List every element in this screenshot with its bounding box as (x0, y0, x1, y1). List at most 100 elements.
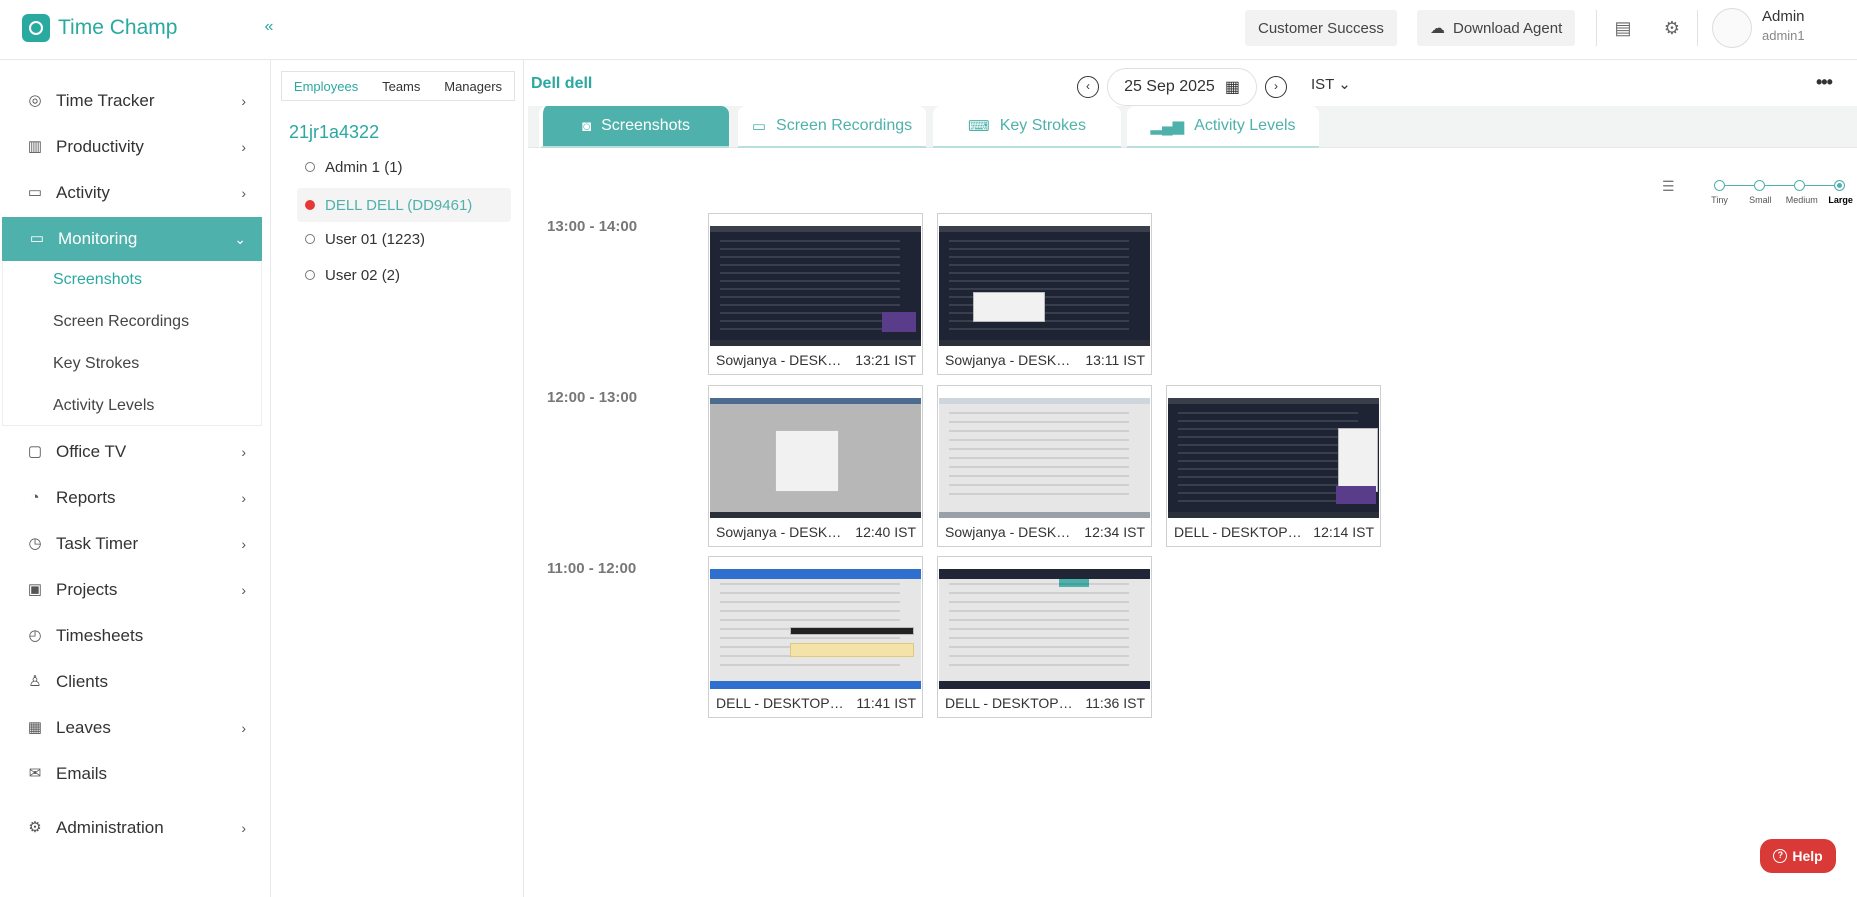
sidebar-item-emails[interactable]: ✉ Emails (0, 752, 262, 796)
settings-gear-icon[interactable]: ⚙ (1660, 16, 1684, 40)
screenshot-thumbnail[interactable] (1168, 398, 1379, 518)
sidebar-item-time-tracker[interactable]: ◎ Time Tracker › (0, 79, 262, 123)
chevron-right-icon: › (241, 720, 246, 736)
download-agent-button[interactable]: ☁ Download Agent (1417, 10, 1576, 46)
size-large-option[interactable] (1834, 180, 1845, 191)
employee-name: Admin 1 (1) (325, 158, 403, 176)
screenshot-caption: Sowjanya - DESKTOP-...13:21 IST (716, 352, 916, 368)
sidebar-item-projects[interactable]: ▣ Projects › (0, 568, 262, 612)
sidebar-item-monitoring[interactable]: ▭ Monitoring ⌄ (2, 217, 262, 261)
screenshot-thumbnail[interactable] (710, 226, 921, 346)
tab-activity-levels[interactable]: ▂▄▆ Activity Levels (1127, 106, 1319, 148)
time-slot-label: 13:00 - 14:00 (547, 218, 638, 235)
divider (1697, 10, 1698, 46)
app-logo[interactable]: Time Champ (22, 14, 177, 42)
screenshot-card[interactable]: DELL - DESKTOP-AP...11:36 IST (937, 556, 1152, 718)
sidebar-item-administration[interactable]: ⚙ Administration › (0, 806, 262, 850)
sidebar-item-clients[interactable]: ♙ Clients (0, 660, 262, 704)
sidebar-item-label: Administration (56, 818, 164, 837)
size-label: Small (1749, 195, 1772, 205)
employee-item-user-02[interactable]: User 02 (2) (297, 258, 511, 292)
screenshot-thumbnail[interactable] (939, 569, 1150, 689)
screenshot-card[interactable]: Sowjanya - DESKTOP-...13:11 IST (937, 213, 1152, 375)
date-value: 25 Sep 2025 (1124, 78, 1215, 95)
calendar-icon: ▦ (27, 719, 43, 736)
sidebar-item-label: Task Timer (56, 534, 139, 553)
screenshot-thumbnail[interactable] (939, 226, 1150, 346)
chevron-right-icon: › (241, 185, 246, 201)
tab-screenshots[interactable]: ◙ Screenshots (539, 106, 729, 148)
alarm-clock-icon: ◴ (28, 627, 42, 644)
team-name[interactable]: 21jr1a4322 (289, 122, 379, 143)
screenshot-card[interactable]: DELL - DESKTOP-AP...12:14 IST (1166, 385, 1381, 547)
tab-label: Activity Levels (1194, 117, 1296, 134)
tab-managers[interactable]: Managers (444, 79, 502, 94)
time-slot-label: 11:00 - 12:00 (547, 560, 637, 577)
size-tiny-option[interactable] (1714, 180, 1725, 191)
customer-success-label: Customer Success (1258, 19, 1384, 37)
keyboard-icon: ⌨ (968, 118, 990, 135)
more-options-icon[interactable]: ••• (1816, 72, 1833, 93)
screenshot-thumbnail[interactable] (710, 398, 921, 518)
tab-screen-recordings[interactable]: ▭ Screen Recordings (738, 106, 926, 148)
next-date-icon[interactable]: › (1265, 76, 1287, 98)
main-content: Dell dell ‹ 25 Sep 2025 ▦ › IST ⌄ ••• ◙ S… (525, 60, 1857, 897)
time-slot-label: 12:00 - 13:00 (547, 389, 638, 406)
tab-key-strokes[interactable]: ⌨ Key Strokes (933, 106, 1121, 148)
size-medium-option[interactable] (1794, 180, 1805, 191)
size-label: Medium (1785, 195, 1818, 205)
screenshot-card[interactable]: Sowjanya - DESKTOP-...13:21 IST (708, 213, 923, 375)
video-icon: ▭ (751, 118, 767, 135)
chevron-down-icon: ⌄ (234, 230, 246, 247)
avatar[interactable] (1712, 8, 1752, 48)
customer-success-button[interactable]: Customer Success (1245, 10, 1397, 46)
screenshot-card[interactable]: Sowjanya - DESKTOP-...12:40 IST (708, 385, 923, 547)
sidebar-item-reports[interactable]: ◔ Reports › (0, 476, 262, 520)
sidebar-item-productivity[interactable]: ▥ Productivity › (0, 125, 262, 169)
collapse-sidebar-icon[interactable]: « (258, 16, 280, 38)
screenshot-thumbnail[interactable] (710, 569, 921, 689)
sidebar-item-leaves[interactable]: ▦ Leaves › (0, 706, 262, 750)
sidebar-item-activity[interactable]: ▭ Activity › (0, 171, 262, 215)
help-button[interactable]: ? Help (1760, 839, 1836, 873)
sort-icon[interactable]: ☰ (1662, 178, 1682, 194)
app-name: Time Champ (58, 16, 178, 39)
sidebar-item-task-timer[interactable]: ◷ Task Timer › (0, 522, 262, 566)
employee-item-user-01[interactable]: User 01 (1223) (297, 222, 511, 256)
tab-label: Screen Recordings (776, 117, 913, 134)
tab-label: Key Strokes (999, 117, 1086, 134)
employee-item-admin-1[interactable]: Admin 1 (1) (297, 150, 511, 184)
question-icon: ? (1773, 849, 1788, 863)
screenshot-caption: DELL - DESKTOP-AP...11:41 IST (716, 695, 916, 711)
document-icon[interactable]: ▤ (1611, 16, 1635, 40)
sidebar-subitem-activity-levels[interactable]: Activity Levels (53, 397, 154, 415)
screenshot-thumbnail[interactable] (939, 398, 1150, 518)
ticket-icon: ▭ (27, 184, 43, 201)
date-picker[interactable]: 25 Sep 2025 ▦ (1107, 68, 1257, 106)
tab-employees[interactable]: Employees (294, 79, 358, 94)
employee-item-dell-dell[interactable]: DELL DELL (DD9461) (297, 188, 511, 222)
sidebar-subitem-key-strokes[interactable]: Key Strokes (53, 355, 139, 373)
sidebar-item-office-tv[interactable]: ▢ Office TV › (0, 430, 262, 474)
status-dot-icon (305, 234, 315, 244)
screenshot-card[interactable]: Sowjanya - DESKTOP-...12:34 IST (937, 385, 1152, 547)
employee-name: User 02 (2) (325, 266, 401, 284)
download-agent-label: Download Agent (1453, 19, 1563, 37)
sidebar-item-label: Clients (56, 672, 108, 691)
timezone-select[interactable]: IST ⌄ (1311, 75, 1351, 93)
sidebar-item-timesheets[interactable]: ◴ Timesheets (0, 614, 262, 658)
sidebar-subitem-screenshots[interactable]: Screenshots (53, 271, 142, 289)
thumbnail-size-slider[interactable]: Tiny Small Medium Large (1711, 178, 1853, 218)
pie-chart-icon: ◔ (30, 489, 40, 506)
screenshot-caption: DELL - DESKTOP-AP...12:14 IST (1174, 524, 1374, 540)
screenshot-card[interactable]: DELL - DESKTOP-AP...11:41 IST (708, 556, 923, 718)
top-bar: Time Champ « Customer Success ☁ Download… (0, 0, 1857, 60)
sidebar-subitem-screen-recordings[interactable]: Screen Recordings (53, 313, 189, 331)
previous-date-icon[interactable]: ‹ (1077, 76, 1099, 98)
user-name[interactable]: Admin (1762, 8, 1805, 25)
size-small-option[interactable] (1754, 180, 1765, 191)
chevron-right-icon: › (241, 139, 246, 155)
sidebar: ◎ Time Tracker › ▥ Productivity › ▭ Activity ›… (0, 60, 271, 897)
tab-teams[interactable]: Teams (382, 79, 420, 94)
alarm-icon: ◷ (28, 535, 42, 552)
